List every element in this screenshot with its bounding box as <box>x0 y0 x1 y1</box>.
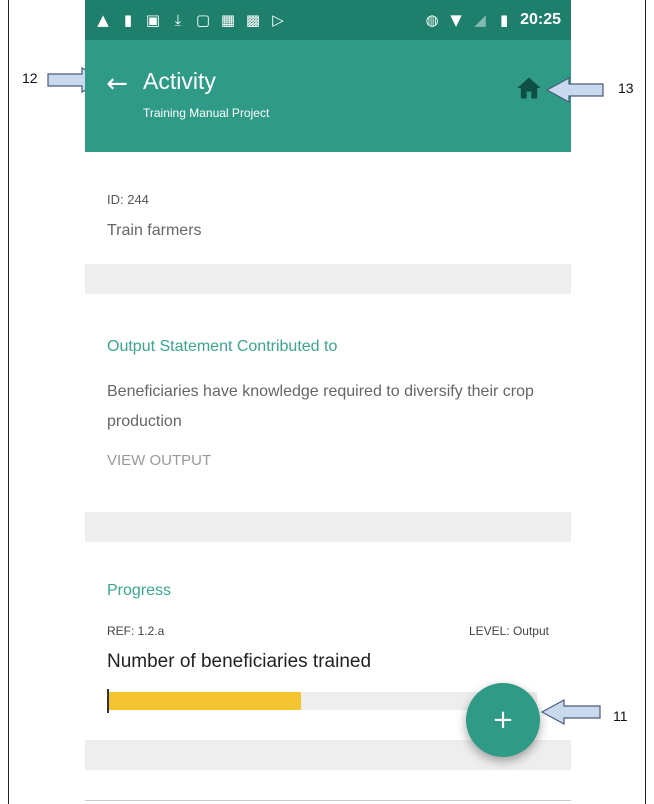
status-bar: ▲ ▮ ▣ ⤓ ▢ ▦ ▩ ▷ ◍ ▼ ◢ ▮ 20:25 <box>85 0 571 40</box>
vibrate-icon: ◍ <box>425 10 439 29</box>
app-bar: ← Activity Training Manual Project <box>85 40 571 152</box>
callout-label-back: 12 <box>22 70 38 86</box>
battery-icon: ▮ <box>499 10 509 29</box>
callout-arrow-home <box>545 76 604 104</box>
drive-icon: ▲ <box>97 10 109 29</box>
output-heading: Output Statement Contributed to <box>107 338 338 355</box>
callout-label-fab: 11 <box>613 708 628 724</box>
page-title: Activity <box>143 68 216 94</box>
signal-icon: ◢ <box>474 10 486 29</box>
view-output-button[interactable]: VIEW OUTPUT <box>107 452 211 469</box>
activity-name: Train farmers <box>107 222 202 239</box>
activity-card <box>85 152 571 264</box>
bottom-divider <box>85 800 571 801</box>
output-statement: Beneficiaries have knowledge required to… <box>107 383 534 430</box>
person-icon: ▮ <box>123 10 133 29</box>
indicator-ref: REF: 1.2.a <box>107 624 165 638</box>
download-icon: ⤓ <box>174 10 182 29</box>
photo-icon: ▩ <box>245 10 261 29</box>
progress-bar-marker <box>107 689 109 713</box>
calendar-icon: ▦ <box>220 10 236 29</box>
section-divider <box>85 264 571 294</box>
progress-heading: Progress <box>107 582 172 599</box>
wifi-icon: ▼ <box>450 10 462 29</box>
page-subtitle: Training Manual Project <box>143 106 270 120</box>
section-divider <box>85 512 571 542</box>
progress-bar-fill <box>107 692 301 710</box>
image-icon: ▣ <box>145 10 161 29</box>
indicator-title: Number of beneficiaries trained <box>107 651 372 672</box>
add-fab-button[interactable]: + <box>466 683 540 757</box>
home-icon[interactable] <box>515 74 543 102</box>
play-store-icon: ▷ <box>272 10 284 29</box>
indicator-level: LEVEL: Output <box>468 624 549 638</box>
status-time: 20:25 <box>520 11 561 28</box>
activity-id: ID: 244 <box>107 192 149 207</box>
back-arrow-icon[interactable]: ← <box>99 66 135 102</box>
callout-arrow-fab <box>540 698 601 726</box>
callout-label-home: 13 <box>618 80 634 96</box>
tablet-icon: ▢ <box>195 10 211 29</box>
